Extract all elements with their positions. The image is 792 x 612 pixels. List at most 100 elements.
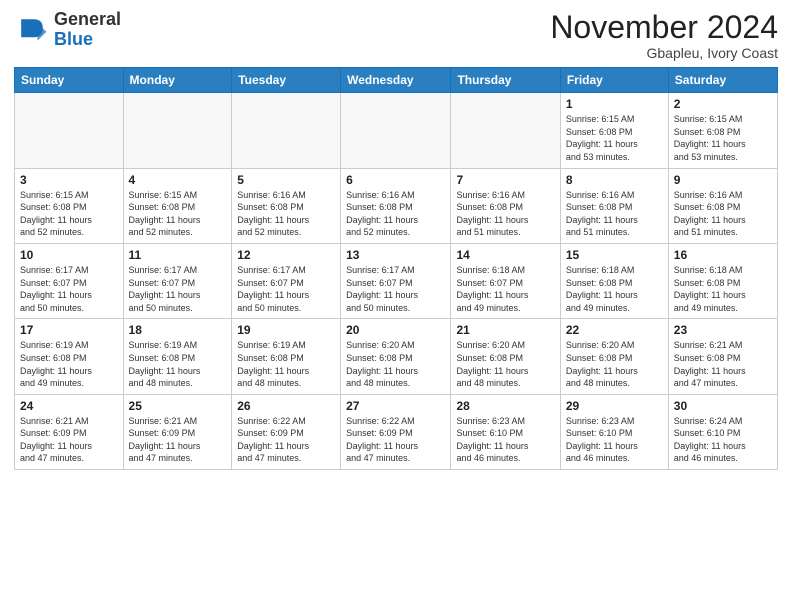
day-number: 28	[456, 399, 554, 413]
day-info: Sunrise: 6:17 AM Sunset: 6:07 PM Dayligh…	[20, 264, 118, 314]
day-number: 20	[346, 323, 445, 337]
day-info: Sunrise: 6:16 AM Sunset: 6:08 PM Dayligh…	[346, 189, 445, 239]
day-number: 5	[237, 173, 335, 187]
calendar-cell: 26Sunrise: 6:22 AM Sunset: 6:09 PM Dayli…	[232, 394, 341, 469]
day-info: Sunrise: 6:23 AM Sunset: 6:10 PM Dayligh…	[456, 415, 554, 465]
page: General Blue November 2024 Gbapleu, Ivor…	[0, 0, 792, 484]
day-number: 6	[346, 173, 445, 187]
day-info: Sunrise: 6:19 AM Sunset: 6:08 PM Dayligh…	[129, 339, 227, 389]
day-info: Sunrise: 6:22 AM Sunset: 6:09 PM Dayligh…	[346, 415, 445, 465]
calendar-cell: 19Sunrise: 6:19 AM Sunset: 6:08 PM Dayli…	[232, 319, 341, 394]
calendar-cell: 17Sunrise: 6:19 AM Sunset: 6:08 PM Dayli…	[15, 319, 124, 394]
day-info: Sunrise: 6:20 AM Sunset: 6:08 PM Dayligh…	[346, 339, 445, 389]
day-info: Sunrise: 6:18 AM Sunset: 6:08 PM Dayligh…	[566, 264, 663, 314]
calendar-week-1: 1 Sunrise: 6:15 AM Sunset: 6:08 PM Daylig…	[15, 93, 778, 168]
calendar-cell: 8 Sunrise: 6:16 AM Sunset: 6:08 PM Daylig…	[560, 168, 668, 243]
calendar-cell: 22Sunrise: 6:20 AM Sunset: 6:08 PM Dayli…	[560, 319, 668, 394]
calendar-header-row: Sunday Monday Tuesday Wednesday Thursday…	[15, 68, 778, 93]
calendar-cell: 1Sunrise: 6:15 AM Sunset: 6:08 PM Daylig…	[560, 93, 668, 168]
day-number: 29	[566, 399, 663, 413]
day-number: 24	[20, 399, 118, 413]
day-info: Sunrise: 6:20 AM Sunset: 6:08 PM Dayligh…	[566, 339, 663, 389]
day-info: Sunrise: 6:18 AM Sunset: 6:07 PM Dayligh…	[456, 264, 554, 314]
day-number: 11	[129, 248, 227, 262]
header-saturday: Saturday	[668, 68, 777, 93]
day-number: 15	[566, 248, 663, 262]
day-info: Sunrise: 6:20 AM Sunset: 6:08 PM Dayligh…	[456, 339, 554, 389]
calendar-cell: 4 Sunrise: 6:15 AM Sunset: 6:08 PM Daylig…	[123, 168, 232, 243]
logo: General Blue	[14, 10, 121, 50]
day-number: 4	[129, 173, 227, 187]
header: General Blue November 2024 Gbapleu, Ivor…	[14, 10, 778, 61]
day-number: 12	[237, 248, 335, 262]
calendar: Sunday Monday Tuesday Wednesday Thursday…	[14, 67, 778, 470]
day-info: Sunrise: 6:15 AM Sunset: 6:08 PM Dayligh…	[674, 113, 772, 163]
calendar-cell: 23Sunrise: 6:21 AM Sunset: 6:08 PM Dayli…	[668, 319, 777, 394]
day-number: 16	[674, 248, 772, 262]
calendar-cell	[15, 93, 124, 168]
day-number: 1	[566, 97, 663, 111]
calendar-cell: 2 Sunrise: 6:15 AM Sunset: 6:08 PM Daylig…	[668, 93, 777, 168]
day-info: Sunrise: 6:17 AM Sunset: 6:07 PM Dayligh…	[346, 264, 445, 314]
day-info: Sunrise: 6:16 AM Sunset: 6:08 PM Dayligh…	[456, 189, 554, 239]
calendar-cell: 29 Sunrise: 6:23 AM Sunset: 6:10 PM Dayli…	[560, 394, 668, 469]
day-info: Sunrise: 6:24 AM Sunset: 6:10 PM Dayligh…	[674, 415, 772, 465]
calendar-cell: 24Sunrise: 6:21 AM Sunset: 6:09 PM Dayli…	[15, 394, 124, 469]
calendar-cell: 9Sunrise: 6:16 AM Sunset: 6:08 PM Daylig…	[668, 168, 777, 243]
month-title: November 2024	[550, 10, 778, 45]
day-info: Sunrise: 6:19 AM Sunset: 6:08 PM Dayligh…	[237, 339, 335, 389]
calendar-cell	[451, 93, 560, 168]
calendar-week-4: 17Sunrise: 6:19 AM Sunset: 6:08 PM Dayli…	[15, 319, 778, 394]
day-info: Sunrise: 6:16 AM Sunset: 6:08 PM Dayligh…	[237, 189, 335, 239]
day-number: 18	[129, 323, 227, 337]
day-number: 30	[674, 399, 772, 413]
day-number: 14	[456, 248, 554, 262]
day-number: 2	[674, 97, 772, 111]
calendar-cell: 30 Sunrise: 6:24 AM Sunset: 6:10 PM Dayli…	[668, 394, 777, 469]
header-thursday: Thursday	[451, 68, 560, 93]
calendar-cell: 14 Sunrise: 6:18 AM Sunset: 6:07 PM Dayli…	[451, 243, 560, 318]
calendar-cell	[232, 93, 341, 168]
logo-icon	[14, 12, 50, 48]
day-info: Sunrise: 6:23 AM Sunset: 6:10 PM Dayligh…	[566, 415, 663, 465]
calendar-cell	[341, 93, 451, 168]
header-tuesday: Tuesday	[232, 68, 341, 93]
header-friday: Friday	[560, 68, 668, 93]
calendar-cell: 18 Sunrise: 6:19 AM Sunset: 6:08 PM Dayli…	[123, 319, 232, 394]
header-monday: Monday	[123, 68, 232, 93]
calendar-cell: 10 Sunrise: 6:17 AM Sunset: 6:07 PM Dayli…	[15, 243, 124, 318]
calendar-cell: 13Sunrise: 6:17 AM Sunset: 6:07 PM Dayli…	[341, 243, 451, 318]
header-sunday: Sunday	[15, 68, 124, 93]
calendar-cell: 16Sunrise: 6:18 AM Sunset: 6:08 PM Dayli…	[668, 243, 777, 318]
location: Gbapleu, Ivory Coast	[550, 45, 778, 61]
calendar-cell: 20 Sunrise: 6:20 AM Sunset: 6:08 PM Dayli…	[341, 319, 451, 394]
day-info: Sunrise: 6:19 AM Sunset: 6:08 PM Dayligh…	[20, 339, 118, 389]
logo-general-text: General	[54, 10, 121, 30]
day-number: 3	[20, 173, 118, 187]
day-info: Sunrise: 6:15 AM Sunset: 6:08 PM Dayligh…	[129, 189, 227, 239]
calendar-cell: 15 Sunrise: 6:18 AM Sunset: 6:08 PM Dayli…	[560, 243, 668, 318]
day-info: Sunrise: 6:21 AM Sunset: 6:09 PM Dayligh…	[129, 415, 227, 465]
calendar-week-5: 24 Sunrise: 6:21 AM Sunset: 6:09 PM Dayli…	[15, 394, 778, 469]
day-number: 10	[20, 248, 118, 262]
day-info: Sunrise: 6:17 AM Sunset: 6:07 PM Dayligh…	[129, 264, 227, 314]
calendar-week-2: 3 Sunrise: 6:15 AM Sunset: 6:08 PM Daylig…	[15, 168, 778, 243]
day-info: Sunrise: 6:17 AM Sunset: 6:07 PM Dayligh…	[237, 264, 335, 314]
day-info: Sunrise: 6:16 AM Sunset: 6:08 PM Dayligh…	[674, 189, 772, 239]
logo-text: General Blue	[54, 10, 121, 50]
logo-blue-text: Blue	[54, 30, 121, 50]
day-info: Sunrise: 6:16 AM Sunset: 6:08 PM Dayligh…	[566, 189, 663, 239]
calendar-cell: 21 Sunrise: 6:20 AM Sunset: 6:08 PM Dayli…	[451, 319, 560, 394]
header-wednesday: Wednesday	[341, 68, 451, 93]
day-number: 26	[237, 399, 335, 413]
day-number: 7	[456, 173, 554, 187]
day-number: 23	[674, 323, 772, 337]
day-number: 27	[346, 399, 445, 413]
calendar-cell: 7 Sunrise: 6:16 AM Sunset: 6:08 PM Daylig…	[451, 168, 560, 243]
calendar-cell: 12 Sunrise: 6:17 AM Sunset: 6:07 PM Dayli…	[232, 243, 341, 318]
day-number: 21	[456, 323, 554, 337]
calendar-week-3: 10 Sunrise: 6:17 AM Sunset: 6:07 PM Dayli…	[15, 243, 778, 318]
calendar-cell: 3Sunrise: 6:15 AM Sunset: 6:08 PM Daylig…	[15, 168, 124, 243]
calendar-cell: 5 Sunrise: 6:16 AM Sunset: 6:08 PM Daylig…	[232, 168, 341, 243]
day-number: 8	[566, 173, 663, 187]
